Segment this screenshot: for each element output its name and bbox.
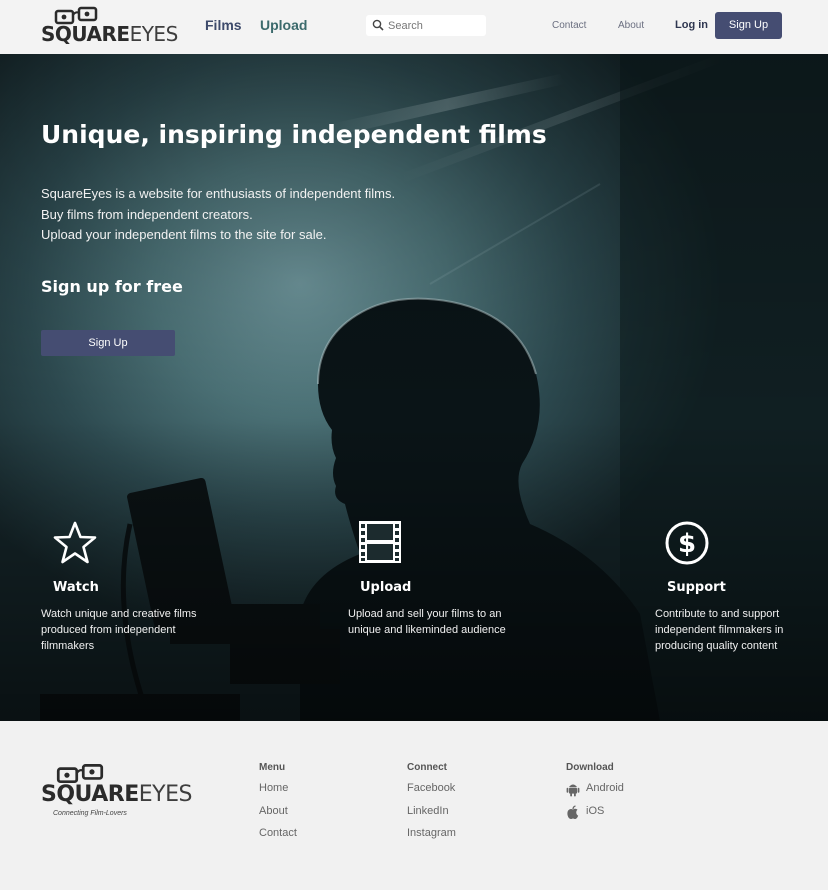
footer-download-column: Download Android iOS [566,762,624,827]
footer-logo-wordmark: SQUAREEYES [41,782,192,807]
footer-link-home[interactable]: Home [259,782,297,805]
hero-signup-button[interactable]: Sign Up [41,330,175,356]
footer-link-ios[interactable]: iOS [566,805,624,828]
svg-text:$: $ [678,529,696,559]
feature-description: Watch unique and creative films produced… [41,608,197,652]
header-signup-button[interactable]: Sign Up [715,12,782,39]
search-input[interactable] [388,17,480,34]
hero-line: Upload your independent films to the sit… [41,227,327,242]
feature-title: Watch [53,580,99,595]
site-header: SQUAREEYES Films Upload Contact About Lo… [0,0,828,54]
hero-subtitle: Sign up for free [41,277,183,296]
footer-tagline: Connecting Film-Lovers [53,810,127,817]
search-icon [372,19,384,31]
footer-menu-column: Menu Home About Contact [259,762,297,850]
star-icon [53,521,97,564]
footer-link-android[interactable]: Android [566,782,624,805]
nav-films-link[interactable]: Films [205,17,242,33]
footer-column-heading: Download [566,762,614,773]
nav-upload-link[interactable]: Upload [260,17,307,33]
hero-line: SquareEyes is a website for enthusiasts … [41,186,396,201]
feature-description: Contribute to and support independent fi… [655,608,784,652]
footer-link-linkedin[interactable]: LinkedIn [407,805,456,828]
apple-icon [567,804,579,819]
footer-link-contact[interactable]: Contact [259,827,297,850]
header-contact-link[interactable]: Contact [552,20,586,31]
footer-link-label: iOS [586,804,605,817]
logo-wordmark: SQUAREEYES [41,22,178,46]
footer-column-heading: Connect [407,762,447,773]
footer-connect-column: Connect Facebook LinkedIn Instagram [407,762,456,850]
footer-link-label: Android [586,782,624,794]
site-logo[interactable]: SQUAREEYES [41,5,178,47]
footer-link-about[interactable]: About [259,805,297,828]
film-icon [359,521,401,563]
hero-title: Unique, inspiring independent films [41,120,547,149]
hero-line: Buy films from independent creators. [41,206,253,222]
footer-link-instagram[interactable]: Instagram [407,827,456,850]
site-footer: SQUAREEYES Connecting Film-Lovers Menu H… [0,721,828,890]
footer-logo[interactable]: SQUAREEYES Connecting Film-Lovers [41,762,192,822]
footer-link-facebook[interactable]: Facebook [407,782,456,805]
login-link[interactable]: Log in [675,19,708,31]
feature-title: Support [667,580,726,595]
search-box[interactable] [366,15,486,36]
hero-description: SquareEyes is a website for enthusiasts … [41,184,395,246]
glasses-logo-icon [56,764,104,784]
hero-section: Unique, inspiring independent films Squa… [0,54,828,721]
android-icon [566,784,580,797]
header-about-link[interactable]: About [618,20,644,31]
feature-description: Upload and sell your films to an unique … [348,608,506,636]
dollar-icon: $ [665,521,709,565]
footer-column-heading: Menu [259,762,286,773]
feature-title: Upload [360,580,412,595]
